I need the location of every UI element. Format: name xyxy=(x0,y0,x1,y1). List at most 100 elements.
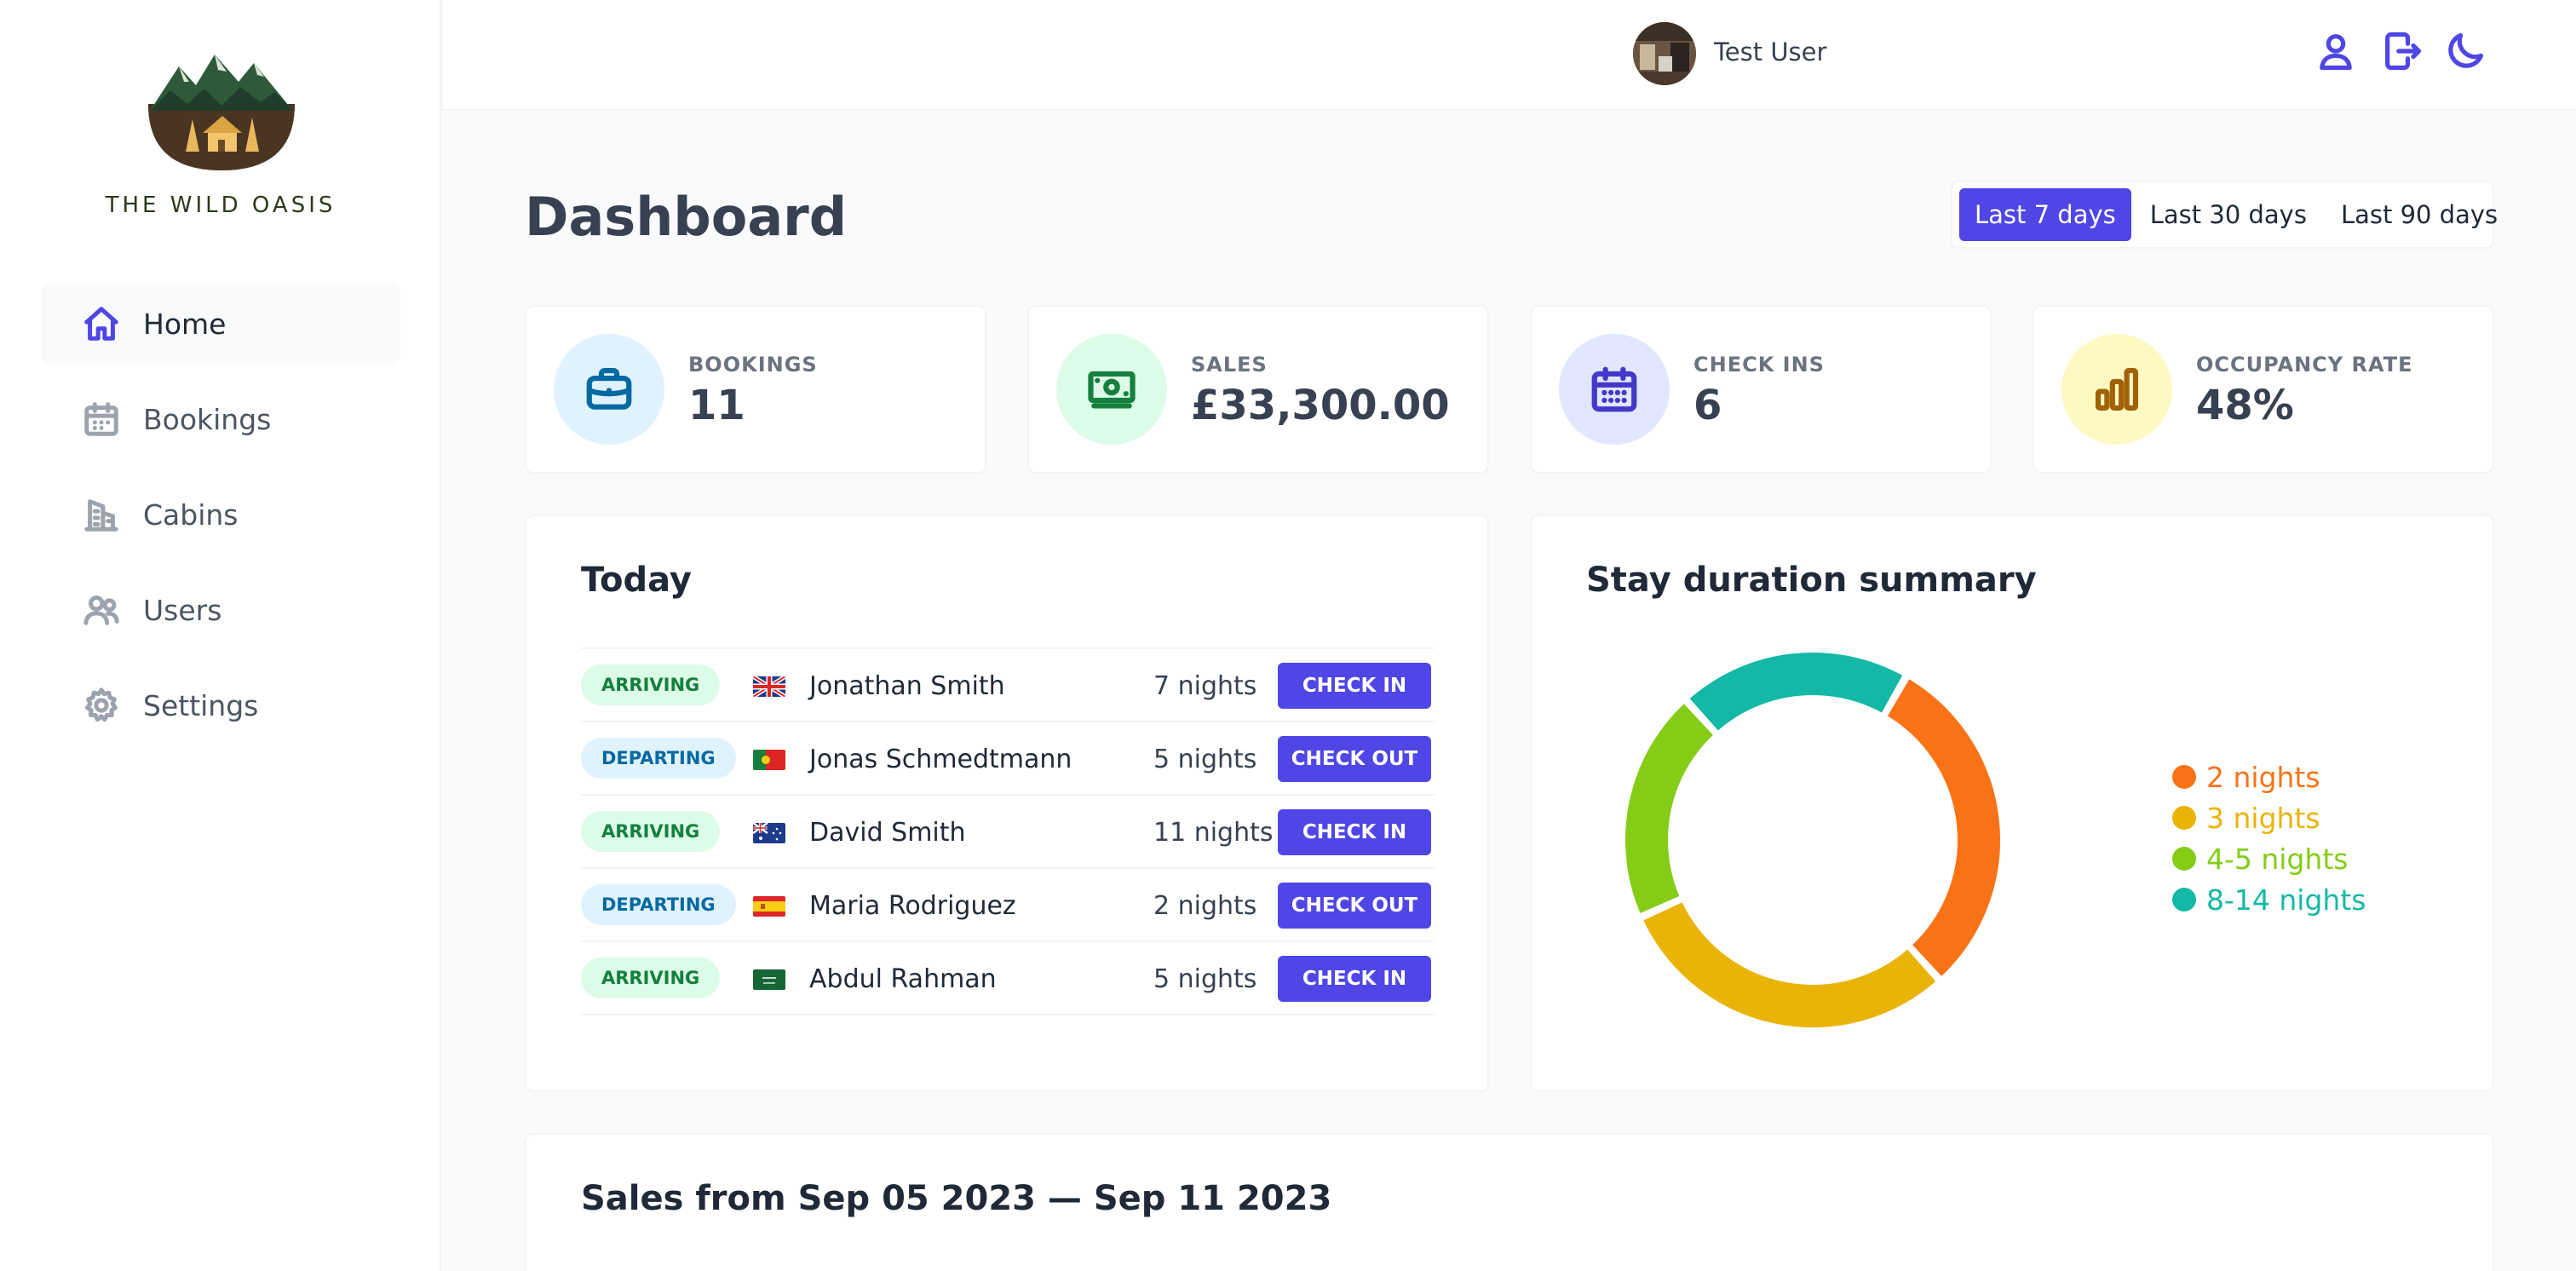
activity-row: DEPARTING Jonas Schmedtmann 5 nights CHE… xyxy=(581,722,1435,796)
stay-duration-donut-chart xyxy=(1622,649,2004,1031)
sidebar-item-label: Users xyxy=(143,593,222,627)
sidebar-item-users[interactable]: Users xyxy=(41,569,400,651)
briefcase-icon xyxy=(586,367,632,410)
stay-nights: 5 nights xyxy=(1153,964,1257,994)
legend-swatch xyxy=(2172,888,2196,912)
check-in-button[interactable]: CHECK IN xyxy=(1278,809,1431,855)
chart-bar-icon xyxy=(2095,367,2139,411)
check-out-button[interactable]: CHECK OUT xyxy=(1278,736,1431,782)
flag-es-icon xyxy=(753,896,785,917)
sidebar-item-cabins[interactable]: Cabins xyxy=(41,474,400,555)
status-badge: ARRIVING xyxy=(581,664,721,705)
banknotes-icon xyxy=(1088,371,1136,409)
calendar-days-icon xyxy=(1591,366,1637,412)
stay-nights: 11 nights xyxy=(1153,818,1274,848)
stat-label: CHECK INS xyxy=(1693,353,1825,377)
activity-list: ARRIVING Jonathan Smith 7 nights CHECK I… xyxy=(581,647,1435,1015)
sidebar-item-label: Cabins xyxy=(143,497,239,532)
legend-label: 8-14 nights xyxy=(2206,883,2366,917)
guest-name: Abdul Rahman xyxy=(809,964,997,994)
sidebar-item-home[interactable]: Home xyxy=(41,283,400,365)
sidebar-item-label: Home xyxy=(143,307,227,341)
status-badge: DEPARTING xyxy=(581,738,736,779)
panel-title: Stay duration summary xyxy=(1586,561,2037,600)
users-icon xyxy=(83,595,119,625)
flag-gb-icon xyxy=(753,676,785,697)
legend-item: 8-14 nights xyxy=(2172,879,2366,920)
flag-sa-icon xyxy=(753,969,785,990)
stay-nights: 7 nights xyxy=(1153,671,1257,701)
panel-title: Sales from Sep 05 2023 — Sep 11 2023 xyxy=(581,1179,1332,1218)
stat-card-check-ins: CHECK INS 6 xyxy=(1530,305,1992,474)
legend-item: 2 nights xyxy=(2172,756,2366,797)
avatar[interactable] xyxy=(1633,22,1696,85)
legend-label: 3 nights xyxy=(2206,801,2320,835)
donut-slice-8-14-nights[interactable] xyxy=(1685,649,1907,736)
logout-icon xyxy=(2385,32,2422,71)
sidebar-nav: Home Bookings Cabins Users Settings xyxy=(41,283,400,760)
stat-icon-circle xyxy=(1559,334,1670,445)
activity-row: DEPARTING Maria Rodriguez 2 nights CHECK… xyxy=(581,869,1435,942)
legend-swatch xyxy=(2172,847,2196,871)
filter-last-90-days[interactable]: Last 90 days xyxy=(2326,188,2513,241)
guest-name: David Smith xyxy=(809,818,966,848)
moon-icon xyxy=(2448,32,2484,68)
sidebar: THE WILD OASIS Home Bookings Cabins User… xyxy=(0,0,441,1271)
guest-name: Jonas Schmedtmann xyxy=(809,745,1072,774)
today-activity-panel: Today ARRIVING Jonathan Smith 7 nights C… xyxy=(525,515,1489,1092)
stat-label: SALES xyxy=(1191,353,1268,377)
guest-name: Maria Rodriguez xyxy=(809,891,1016,921)
stat-icon-circle xyxy=(2061,334,2172,445)
stat-card-sales: SALES £33,300.00 xyxy=(1027,305,1489,474)
chart-legend: 2 nights 3 nights 4-5 nights 8-14 nights xyxy=(2172,756,2366,920)
legend-swatch xyxy=(2172,806,2196,830)
sidebar-item-label: Settings xyxy=(143,688,259,722)
stat-icon-circle xyxy=(554,334,664,445)
home-icon xyxy=(84,307,118,341)
stat-value: 6 xyxy=(1693,382,1722,429)
filter-last-30-days[interactable]: Last 30 days xyxy=(2135,188,2322,241)
legend-item: 3 nights xyxy=(2172,797,2366,838)
donut-slice-3-nights[interactable] xyxy=(1638,898,1941,1031)
legend-label: 2 nights xyxy=(2206,760,2320,794)
stay-nights: 5 nights xyxy=(1153,745,1257,774)
stat-label: BOOKINGS xyxy=(688,353,818,377)
legend-swatch xyxy=(2172,765,2196,789)
logout-button[interactable] xyxy=(2380,29,2424,73)
guest-name: Jonathan Smith xyxy=(809,671,1005,701)
check-out-button[interactable]: CHECK OUT xyxy=(1278,883,1431,929)
account-button[interactable] xyxy=(2314,29,2358,73)
status-badge: ARRIVING xyxy=(581,811,721,852)
activity-row: ARRIVING Jonathan Smith 7 nights CHECK I… xyxy=(581,649,1435,722)
sidebar-item-settings[interactable]: Settings xyxy=(41,664,400,746)
legend-item: 4-5 nights xyxy=(2172,838,2366,879)
filter-last-7-days[interactable]: Last 7 days xyxy=(1959,188,2131,241)
brand-name: THE WILD OASIS xyxy=(105,193,336,218)
stat-value: 11 xyxy=(688,382,745,429)
username: Test User xyxy=(1714,37,1827,66)
wild-oasis-logo[interactable] xyxy=(145,51,298,170)
status-badge: DEPARTING xyxy=(581,884,736,925)
user-icon xyxy=(2320,34,2352,71)
legend-label: 4-5 nights xyxy=(2206,842,2349,876)
check-in-button[interactable]: CHECK IN xyxy=(1278,663,1431,709)
stat-value: 48% xyxy=(2196,382,2294,429)
calendar-icon xyxy=(84,402,118,436)
flag-au-icon xyxy=(753,823,785,843)
activity-row: ARRIVING Abdul Rahman 5 nights CHECK IN xyxy=(581,942,1435,1015)
date-filter: Last 7 days Last 30 days Last 90 days xyxy=(1951,181,2498,249)
sidebar-item-bookings[interactable]: Bookings xyxy=(41,378,400,460)
flag-pt-icon xyxy=(753,750,785,770)
stay-duration-panel: Stay duration summary 2 nights 3 nights 4-… xyxy=(1530,515,2494,1092)
dark-mode-toggle[interactable] xyxy=(2443,29,2487,73)
sales-panel: Sales from Sep 05 2023 — Sep 11 2023 xyxy=(525,1133,2494,1271)
activity-row: ARRIVING David Smith 11 nights CHECK IN xyxy=(581,796,1435,869)
check-in-button[interactable]: CHECK IN xyxy=(1278,956,1431,1002)
page-title: Dashboard xyxy=(525,186,848,248)
stat-card-bookings: BOOKINGS 11 xyxy=(525,305,986,474)
status-badge: ARRIVING xyxy=(581,958,721,998)
top-header xyxy=(443,0,2576,111)
donut-slice-2-nights[interactable] xyxy=(1883,674,2004,981)
donut-slice-4-5-nights[interactable] xyxy=(1622,699,1718,918)
avatar-image xyxy=(1633,22,1696,85)
